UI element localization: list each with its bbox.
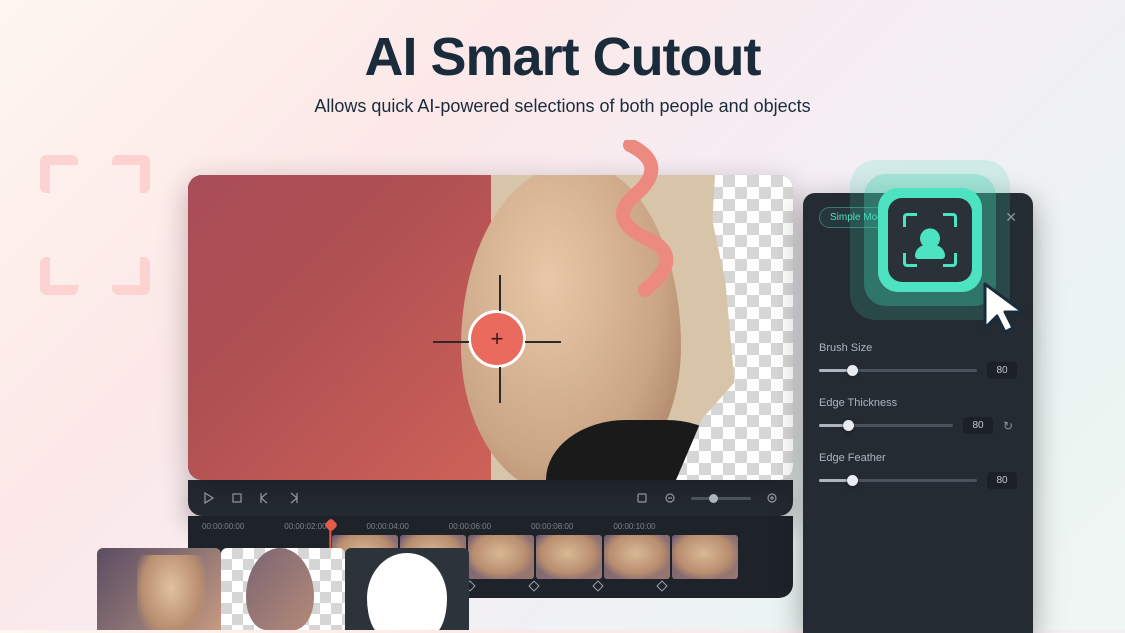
video-preview[interactable]: + — [188, 175, 793, 480]
time-mark: 00:00:10:00 — [613, 522, 655, 531]
prev-frame-icon[interactable] — [258, 491, 272, 505]
next-frame-icon[interactable] — [286, 491, 300, 505]
brush-size-label: Brush Size — [819, 342, 1017, 354]
brush-cursor-icon[interactable]: + — [468, 310, 526, 368]
edge-thickness-value: 80 — [963, 417, 993, 434]
time-mark: 00:00:08:00 — [531, 522, 573, 531]
zoom-slider[interactable] — [691, 497, 751, 500]
time-mark: 00:00:06:00 — [449, 522, 491, 531]
edge-thickness-slider-group: Edge Thickness 80 ↻ — [819, 397, 1017, 434]
thumbnail-transparent[interactable] — [221, 548, 345, 630]
cursor-arrow-icon — [979, 280, 1035, 340]
play-icon[interactable] — [202, 491, 216, 505]
thumbnail-original[interactable] — [97, 548, 221, 630]
keyframe-icon[interactable] — [528, 580, 539, 591]
thumbnail-mask[interactable] — [345, 548, 469, 630]
brush-size-slider-group: Brush Size 80 — [819, 342, 1017, 379]
person-scan-icon — [903, 213, 957, 267]
keyframe-icon[interactable] — [656, 580, 667, 591]
edge-feather-slider[interactable] — [819, 479, 977, 482]
keyframe-icon[interactable] — [592, 580, 603, 591]
brush-size-value: 80 — [987, 362, 1017, 379]
edge-feather-value: 80 — [987, 472, 1017, 489]
zoom-in-icon[interactable] — [765, 491, 779, 505]
edge-feather-slider-group: Edge Feather 80 — [819, 452, 1017, 489]
clip-thumb[interactable] — [536, 535, 602, 579]
clip-thumb[interactable] — [468, 535, 534, 579]
playback-bar — [188, 480, 793, 516]
page-title: AI Smart Cutout — [0, 26, 1125, 88]
timeline-ruler: 00:00:00:00 00:00:02:00 00:00:04:00 00:0… — [188, 522, 793, 535]
preview-left-masked — [188, 175, 491, 480]
stop-icon[interactable] — [230, 491, 244, 505]
reset-icon[interactable]: ↻ — [1003, 419, 1017, 433]
zoom-out-icon[interactable] — [663, 491, 677, 505]
result-thumbnails — [97, 548, 469, 630]
header: AI Smart Cutout Allows quick AI-powered … — [0, 0, 1125, 117]
crop-icon[interactable] — [635, 491, 649, 505]
time-mark: 00:00:00:00 — [202, 522, 244, 531]
clip-thumb[interactable] — [672, 535, 738, 579]
edge-thickness-slider[interactable] — [819, 424, 953, 427]
brush-size-slider[interactable] — [819, 369, 977, 372]
edge-thickness-label: Edge Thickness — [819, 397, 1017, 409]
decorative-brackets — [40, 155, 150, 295]
clip-thumb[interactable] — [604, 535, 670, 579]
brush-plus-icon: + — [491, 326, 504, 352]
time-mark: 00:00:02:00 — [284, 522, 326, 531]
squiggle-decoration — [615, 140, 675, 300]
time-mark: 00:00:04:00 — [367, 522, 409, 531]
edge-feather-label: Edge Feather — [819, 452, 1017, 464]
page-subtitle: Allows quick AI-powered selections of bo… — [0, 96, 1125, 117]
